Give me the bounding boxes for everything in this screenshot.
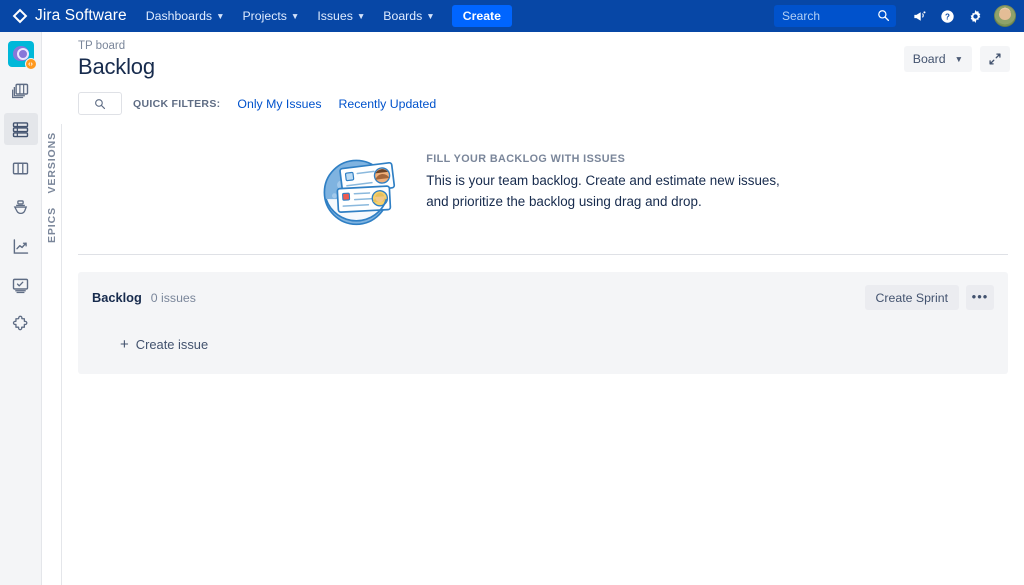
add-ons-puzzle-icon [12,315,28,330]
backlog-panel-header: Backlog 0 issues Create Sprint ••• [92,285,994,310]
page-scrollbar[interactable] [1013,32,1024,585]
reports-chart-icon [13,238,29,254]
empty-state-line-1: This is your team backlog. Create and es… [426,173,780,188]
jira-logo-icon [12,8,28,24]
settings-gear-icon[interactable] [962,3,988,29]
chevron-down-icon: ▼ [356,10,366,21]
search-icon [95,98,106,109]
quick-filter-recently-updated[interactable]: Recently Updated [338,97,436,111]
backlog-stack-icon [12,83,29,98]
board-dropdown-button[interactable]: Board ▼ [903,46,972,72]
empty-state-line-2: and prioritize the backlog using drag an… [426,193,702,209]
sidebar-item-sprint-board[interactable] [3,113,38,145]
sidebar-item-reports[interactable] [4,230,38,262]
sidebar-item-releases[interactable] [4,191,38,223]
main-content: TP board Backlog Board ▼ QUICK FILTERS: … [62,32,1024,585]
create-sprint-button[interactable]: Create Sprint [864,285,959,310]
empty-state: FILL YOUR BACKLOG WITH ISSUES This is yo… [62,143,1024,231]
nav-item-boards[interactable]: Boards ▼ [374,0,443,32]
nav-links: Dashboards ▼ Projects ▼ Issues ▼ Boards … [137,0,512,32]
backlog-cards-illustration [323,159,396,226]
create-button[interactable]: Create [451,5,512,27]
releases-ship-icon [13,199,28,214]
backlog-panel: Backlog 0 issues Create Sprint ••• + Cre… [78,272,1008,374]
nav-item-label: Projects [242,9,287,23]
backlog-section-title: Backlog [92,290,142,305]
announcement-icon[interactable] [906,3,932,29]
sidebar-item-backlog-stack[interactable] [4,74,38,106]
quick-filter-only-my-issues[interactable]: Only My Issues [237,97,321,111]
page-header: TP board Backlog Board ▼ [62,32,1024,80]
chevron-down-icon: ▼ [426,10,435,21]
versions-panel-toggle[interactable]: VERSIONS [46,132,58,193]
chevron-down-icon: ▼ [290,10,300,21]
project-pages-icon [12,278,29,293]
backlog-panel-actions: Create Sprint ••• [864,285,994,310]
versions-epics-strip: VERSIONS EPICS [42,124,62,585]
nav-item-projects[interactable]: Projects ▼ [233,0,308,32]
quick-filters-label: QUICK FILTERS: [133,97,221,110]
sidebar-item-board[interactable] [4,152,38,184]
board-dropdown-label: Board [912,52,946,66]
backlog-search-input[interactable] [78,92,122,115]
create-issue-button[interactable]: + Create issue [120,337,208,352]
sprint-board-icon [12,121,29,137]
backlog-issue-count: 0 issues [150,290,196,305]
nav-item-dashboards[interactable]: Dashboards ▼ [137,0,234,32]
empty-state-copy: FILL YOUR BACKLOG WITH ISSUES This is yo… [426,143,780,213]
epics-panel-toggle[interactable]: EPICS [46,207,58,243]
backlog-more-menu-button[interactable]: ••• [966,285,994,310]
nav-item-issues[interactable]: Issues ▼ [308,0,374,32]
empty-state-kicker: FILL YOUR BACKLOG WITH ISSUES [426,153,626,165]
nav-item-label: Dashboards [145,9,213,23]
avatar[interactable] [994,5,1016,27]
brand-text: Jira Software [35,7,127,24]
section-divider [78,254,1008,255]
chevron-down-icon: ▼ [954,53,963,64]
expand-fullscreen-icon [989,53,1001,65]
search-input[interactable] [774,5,896,27]
create-issue-label: Create issue [135,337,209,352]
page-title: Backlog [78,54,155,79]
quick-filters-bar: QUICK FILTERS: Only My Issues Recently U… [62,80,1024,115]
nav-item-label: Boards [383,9,423,23]
chevron-down-icon: ▼ [216,10,225,21]
svg-text:?: ? [945,12,950,21]
project-avatar-icon[interactable]: ‹› [7,41,37,70]
sidebar-item-pages[interactable] [4,269,38,301]
project-sidebar-rail: ‹› [0,32,42,585]
jira-backlog-page: Jira Software Dashboards ▼ Projects ▼ Is… [0,0,1024,585]
board-columns-icon [12,162,29,174]
global-search[interactable] [774,5,896,27]
help-icon[interactable]: ? [934,3,960,29]
fullscreen-button[interactable] [980,46,1010,72]
breadcrumb[interactable]: TP board [78,40,1008,52]
sidebar-item-addons[interactable] [4,308,38,340]
header-actions: Board ▼ [903,46,1010,72]
brand-logo[interactable]: Jira Software [0,7,137,25]
nav-item-label: Issues [317,9,353,23]
project-avatar-badge: ‹› [24,58,37,70]
nav-right-controls: ? [774,3,1024,29]
plus-icon: + [120,336,129,353]
top-navigation-bar: Jira Software Dashboards ▼ Projects ▼ Is… [0,0,1024,32]
